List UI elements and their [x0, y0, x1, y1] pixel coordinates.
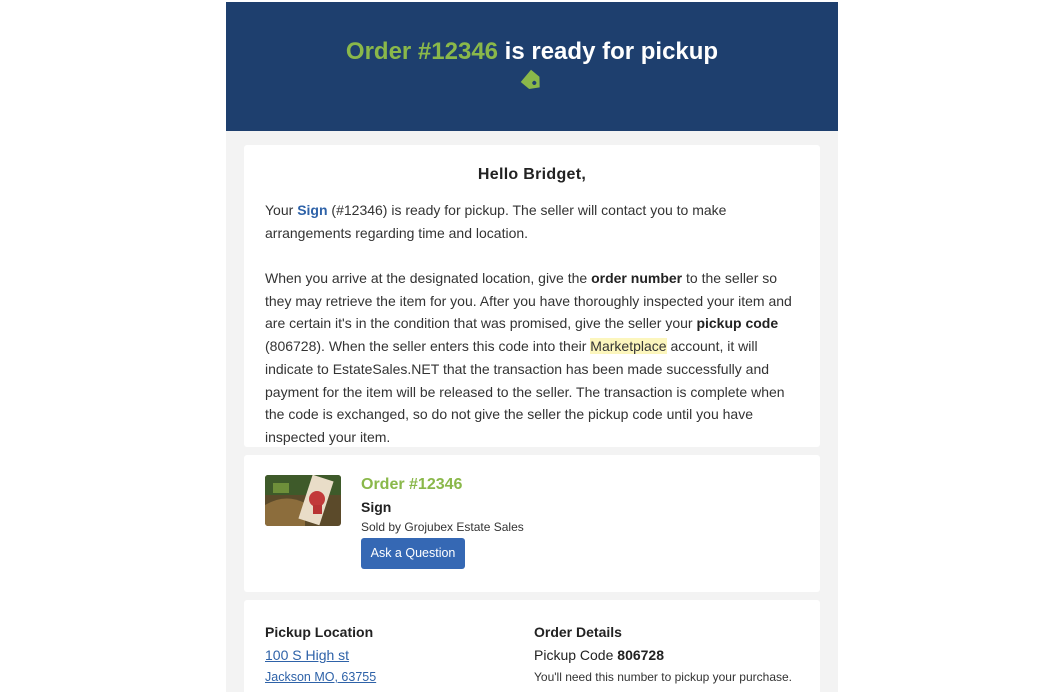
- pickup-code-label: Pickup Code: [534, 647, 618, 663]
- item-link[interactable]: Sign: [297, 202, 327, 218]
- header-title-rest: is ready for pickup: [498, 38, 719, 65]
- greeting-heading: Hello Bridget,: [477, 166, 587, 183]
- header-order-number: Order #12346: [345, 38, 499, 65]
- item-thumbnail[interactable]: [265, 475, 341, 526]
- item-thumbnail-image: [265, 475, 341, 526]
- seller-name: Sold by Grojubex Estate Sales: [361, 520, 524, 534]
- pickup-location-heading: Pickup Location: [265, 624, 374, 640]
- order-number-emphasis: order number: [591, 270, 683, 286]
- marketplace-highlight: Marketplace: [590, 338, 667, 355]
- order-card: Order #12346 Sign Sold by Grojubex Estat…: [244, 455, 820, 592]
- pickup-code-value: 806728: [617, 647, 664, 663]
- ask-question-button[interactable]: Ask a Question: [361, 538, 465, 569]
- pickup-code: Pickup Code 806728: [534, 647, 664, 663]
- intro-text: Your: [265, 202, 298, 218]
- email-header: Order #12346 is ready for pickup: [226, 2, 838, 131]
- intro-paragraph: Your Sign (#12346) is ready for pickup. …: [265, 199, 795, 244]
- pickup-code-emphasis: pickup code: [696, 315, 779, 332]
- greeting-card: Hello Bridget, Your Sign (#12346) is rea…: [244, 145, 820, 447]
- header-title: Order #12346 is ready for pickup: [226, 38, 838, 66]
- address-line-2-link[interactable]: Jackson MO, 63755: [265, 670, 376, 684]
- item-name: Sign: [361, 499, 392, 515]
- intro-text-rest: (#12346) is ready for pickup. The seller…: [265, 202, 727, 241]
- order-title: Order #12346: [361, 476, 463, 493]
- instructions-text-3: (806728). When the seller enters this co…: [265, 338, 591, 355]
- price-tag-icon: [520, 69, 540, 90]
- address-line-1-link[interactable]: 100 S High st: [265, 647, 349, 663]
- instructions-paragraph: When you arrive at the designated locati…: [265, 267, 795, 449]
- pickup-note: You'll need this number to pickup your p…: [534, 670, 793, 684]
- pickup-card: Pickup Location 100 S High st Jackson MO…: [244, 600, 820, 700]
- email-container: Order #12346 is ready for pickup Hello B…: [226, 2, 838, 700]
- instructions-text-1: When you arrive at the designated locati…: [265, 270, 592, 286]
- instructions-text-4: account, it will indicate to EstateSales…: [265, 338, 785, 445]
- order-details-heading: Order Details: [534, 624, 622, 640]
